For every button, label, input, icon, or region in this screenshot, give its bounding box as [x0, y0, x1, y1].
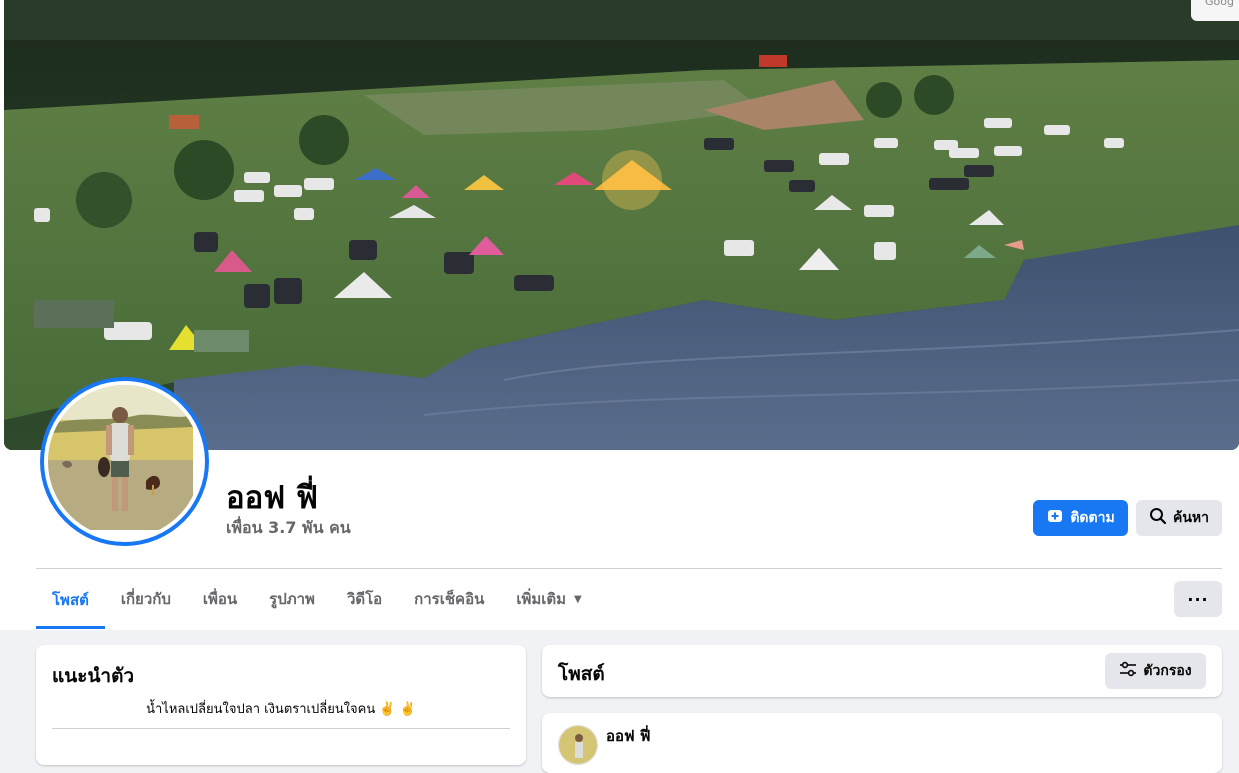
- more-options-button[interactable]: ···: [1174, 581, 1222, 617]
- tab-more[interactable]: เพิ่มเติม ▼: [500, 570, 597, 628]
- search-button[interactable]: ค้นหา: [1136, 500, 1222, 536]
- post-author-name[interactable]: ออฟ ฟี่: [606, 724, 650, 748]
- avatar-photo: [48, 385, 201, 538]
- tab-posts[interactable]: โพสต์: [36, 570, 105, 629]
- profile-avatar[interactable]: [40, 377, 209, 546]
- tab-checkins[interactable]: การเช็คอิน: [398, 570, 500, 628]
- tab-posts-label: โพสต์: [52, 590, 89, 609]
- tab-videos[interactable]: วิดีโอ: [331, 570, 398, 628]
- tab-about-label: เกี่ยวกับ: [120, 590, 171, 608]
- profile-name: ออฟ ฟี่: [226, 480, 318, 516]
- tab-friends-label: เพื่อน: [202, 590, 238, 608]
- intro-bio: น้ำไหลเปลี่ยนใจปลา เงินตราเปลี่ยนใจคน ✌️…: [146, 702, 416, 717]
- tab-friends[interactable]: เพื่อน: [187, 570, 253, 628]
- intro-title: แนะนำตัว: [52, 665, 135, 687]
- intro-card: แนะนำตัว น้ำไหลเปลี่ยนใจปลา เงินตราเปลี่…: [36, 645, 526, 765]
- tab-photos-label: รูปภาพ: [269, 590, 315, 608]
- search-label: ค้นหา: [1172, 510, 1210, 526]
- follow-label: ติดตาม: [1070, 510, 1115, 526]
- corner-chip[interactable]: Goog: [1191, 0, 1239, 21]
- caret-down-icon: ▼: [574, 593, 582, 605]
- intro-divider: [52, 728, 510, 729]
- posts-title: โพสต์: [558, 663, 605, 685]
- posts-card: โพสต์ ตัวกรอง: [542, 645, 1222, 697]
- tab-more-label: เพิ่มเติม: [516, 590, 567, 608]
- tab-checkins-label: การเช็คอิน: [414, 590, 485, 608]
- tab-videos-label: วิดีโอ: [346, 590, 383, 608]
- filter-button[interactable]: ตัวกรอง: [1105, 653, 1206, 689]
- avatar-border: [44, 381, 205, 542]
- post-author-avatar[interactable]: [558, 725, 598, 765]
- profile-tabs: โพสต์ เกี่ยวกับ เพื่อน รูปภาพ วิดีโอ การ…: [36, 570, 598, 630]
- filter-icon: [1119, 661, 1137, 681]
- search-icon: [1149, 507, 1167, 529]
- add-friend-icon: [1046, 507, 1064, 529]
- follow-button[interactable]: ติดตาม: [1033, 500, 1128, 536]
- post-card: ออฟ ฟี่: [542, 713, 1222, 773]
- tab-photos[interactable]: รูปภาพ: [253, 570, 331, 628]
- filter-label: ตัวกรอง: [1143, 663, 1192, 679]
- friends-count[interactable]: เพื่อน 3.7 พัน คน: [226, 516, 351, 541]
- cover-photo[interactable]: Goog: [4, 0, 1239, 450]
- tab-about[interactable]: เกี่ยวกับ: [105, 570, 187, 628]
- header-divider: [36, 568, 1222, 569]
